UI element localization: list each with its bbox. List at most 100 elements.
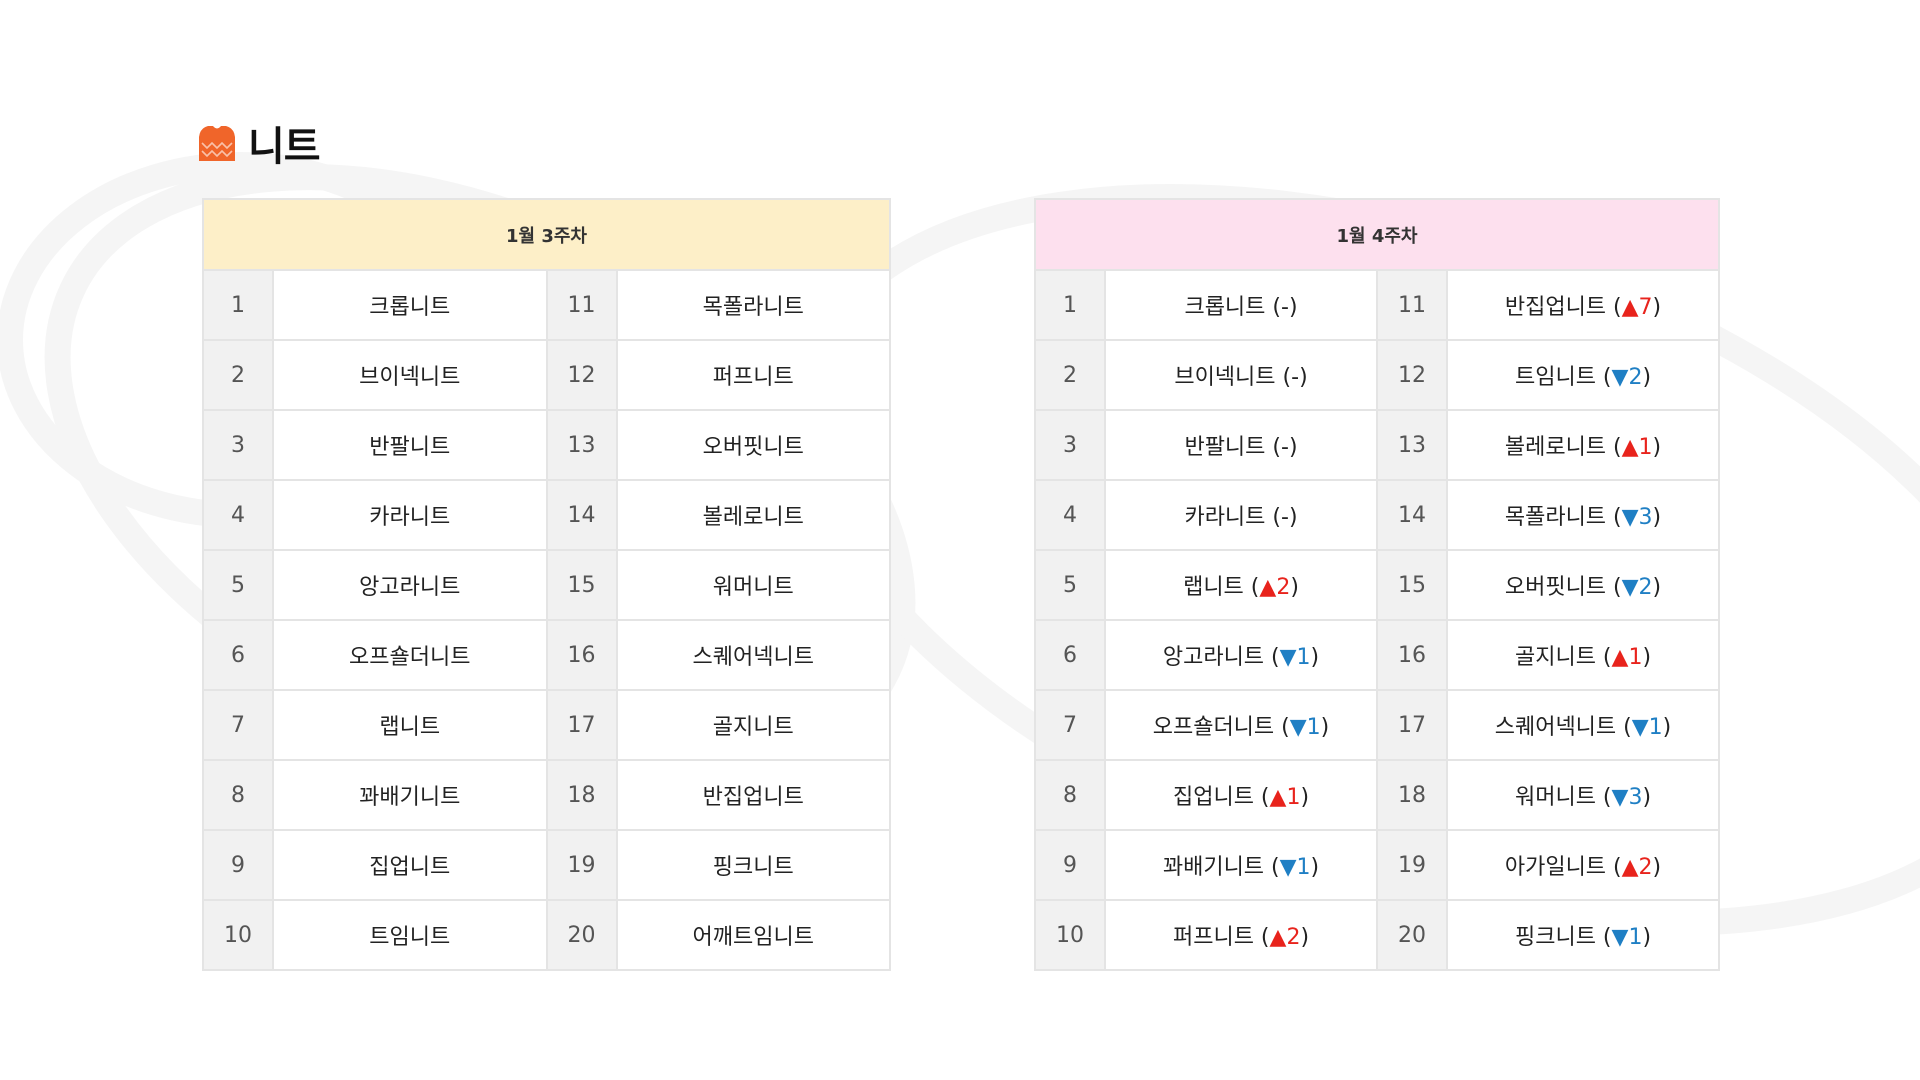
rank-number: 1 [1034,269,1106,341]
item-name: 랩니트 [1183,575,1244,600]
rank-number: 10 [202,899,274,971]
rank-number: 5 [202,549,274,621]
change-value: 1 [1296,645,1311,670]
rank-number: 1 [202,269,274,341]
rank-number: 12 [545,339,618,411]
rank-number: 8 [202,759,274,831]
rank-up-change: ▲1 [1622,435,1653,460]
rank-number: 18 [545,759,618,831]
item-name: 반집업니트 [615,759,891,831]
item-name: 랩니트 [272,689,548,761]
sweater-icon [199,126,235,161]
rank-number: 15 [1376,549,1448,621]
week3-header: 1월 3주차 [202,198,891,271]
triangle-down-icon: ▼ [1279,855,1297,880]
change-value: 3 [1638,505,1653,530]
rank-number: 19 [1376,829,1448,901]
item-cell: 오버핏니트 (▼2) [1446,549,1720,621]
table-row: 10 퍼프니트 (▲2) 20 핑크니트 (▼1) [1034,899,1720,971]
rank-down-change: ▼1 [1280,855,1311,880]
page-title: 니트 [198,118,321,170]
rank-number: 20 [545,899,618,971]
table-row: 4 카라니트 (-) 14 목폴라니트 (▼3) [1034,479,1720,551]
rank-down-change: ▼2 [1622,575,1653,600]
table-row: 1 크롭니트 (-) 11 반집업니트 (▲7) [1034,269,1720,341]
triangle-up-icon: ▲ [1611,645,1629,670]
triangle-down-icon: ▼ [1611,785,1629,810]
change-value: 1 [1638,435,1653,460]
item-cell: 워머니트 (▼3) [1446,759,1720,831]
rank-down-change: ▼1 [1632,715,1663,740]
rank-number: 8 [1034,759,1106,831]
rank-number: 4 [202,479,274,551]
rank-number: 5 [1034,549,1106,621]
change-value: 2 [1286,925,1301,950]
rank-down-change: ▼1 [1280,645,1311,670]
rank-number: 16 [1376,619,1448,691]
change-value: 7 [1638,295,1653,320]
triangle-up-icon: ▲ [1269,785,1287,810]
rank-number: 13 [545,409,618,481]
item-name: 집업니트 [1172,785,1254,810]
item-cell: 목폴라니트 (▼3) [1446,479,1720,551]
item-name: 꽈배기니트 [1162,855,1265,880]
rank-number: 6 [1034,619,1106,691]
item-name: 반팔니트 [1184,435,1266,460]
item-cell: 카라니트 (-) [1104,479,1378,551]
item-cell: 볼레로니트 (▲1) [1446,409,1720,481]
table-row: 5 랩니트 (▲2) 15 오버핏니트 (▼2) [1034,549,1720,621]
table-row: 9 꽈배기니트 (▼1) 19 아가일니트 (▲2) [1034,829,1720,901]
item-name: 핑크니트 [615,829,891,901]
item-cell: 반팔니트 (-) [1104,409,1378,481]
item-name: 스퀘어넥니트 [615,619,891,691]
item-name: 크롭니트 [1184,295,1266,320]
item-name: 앙고라니트 [1162,645,1265,670]
change-value: - [1291,365,1300,390]
item-name: 골지니트 [615,689,891,761]
rank-number: 9 [202,829,274,901]
change-value: 1 [1628,925,1643,950]
table-row: 3 반팔니트 13 오버핏니트 [202,409,891,481]
item-name: 퍼프니트 [1172,925,1254,950]
rank-number: 4 [1034,479,1106,551]
item-cell: 랩니트 (▲2) [1104,549,1378,621]
rank-number: 18 [1376,759,1448,831]
rank-up-change: ▲2 [1622,855,1653,880]
item-name: 트임니트 [272,899,548,971]
rank-down-change: ▼1 [1290,715,1321,740]
item-name: 어깨트임니트 [615,899,891,971]
item-name: 아가일니트 [1504,855,1607,880]
item-cell: 오프숄더니트 (▼1) [1104,689,1378,761]
rank-up-change: ▲1 [1612,645,1643,670]
rank-number: 10 [1034,899,1106,971]
change-value: 2 [1638,575,1653,600]
triangle-down-icon: ▼ [1631,715,1649,740]
item-name: 핑크니트 [1514,925,1596,950]
table-row: 5 앙고라니트 15 워머니트 [202,549,891,621]
triangle-down-icon: ▼ [1621,505,1639,530]
item-name: 앙고라니트 [272,549,548,621]
triangle-down-icon: ▼ [1611,365,1629,390]
triangle-down-icon: ▼ [1611,925,1629,950]
item-name: 트임니트 [1514,365,1596,390]
item-name: 반팔니트 [272,409,548,481]
rank-number: 17 [545,689,618,761]
change-value: - [1281,435,1289,460]
item-name: 워머니트 [1514,785,1596,810]
table-row: 3 반팔니트 (-) 13 볼레로니트 (▲1) [1034,409,1720,481]
rank-up-change: ▲7 [1622,295,1653,320]
item-cell: 핑크니트 (▼1) [1446,899,1720,971]
item-cell: 아가일니트 (▲2) [1446,829,1720,901]
rank-number: 9 [1034,829,1106,901]
item-name: 볼레로니트 [1504,435,1607,460]
item-cell: 크롭니트 (-) [1104,269,1378,341]
item-name: 카라니트 [272,479,548,551]
rank-up-change: ▲2 [1270,925,1301,950]
triangle-up-icon: ▲ [1621,435,1639,460]
rank-down-change: ▼3 [1612,785,1643,810]
table-row: 2 브이넥니트 12 퍼프니트 [202,339,891,411]
table-row: 8 꽈배기니트 18 반집업니트 [202,759,891,831]
rank-up-change: ▲1 [1270,785,1301,810]
item-name: 오버핏니트 [1504,575,1607,600]
page-title-text: 니트 [248,124,321,170]
